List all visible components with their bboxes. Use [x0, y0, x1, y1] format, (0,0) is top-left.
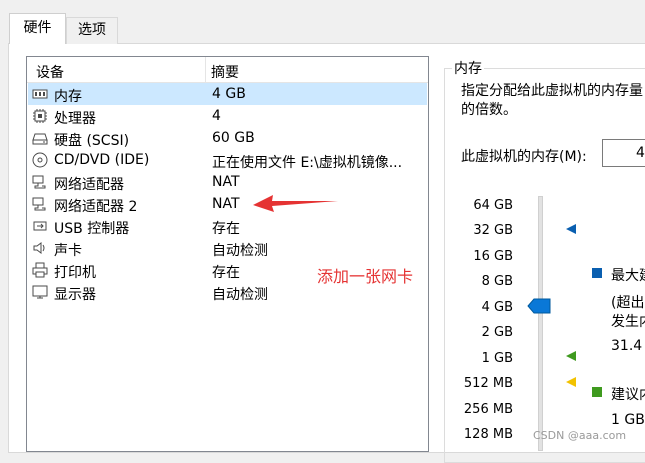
- memory-description: 指定分配给此虚拟机的内存量 的倍数。: [461, 83, 643, 118]
- device-summary: 自动检测: [212, 287, 268, 303]
- device-name: 打印机: [54, 265, 96, 281]
- device-row-usb-controller[interactable]: USB 控制器 存在: [28, 215, 427, 237]
- guest-min-memory-marker-icon: [566, 377, 576, 387]
- max-recommended-legend-icon: [592, 268, 602, 278]
- scale-label: 8 GB: [481, 274, 513, 289]
- device-row-sound-card[interactable]: 声卡 自动检测: [28, 237, 427, 259]
- tab-hardware[interactable]: 硬件: [9, 13, 66, 44]
- recommended-legend-icon: [592, 387, 602, 397]
- scale-label: 256 MB: [463, 402, 513, 417]
- scale-label: 2 GB: [481, 325, 513, 340]
- scale-label: 512 MB: [463, 376, 513, 391]
- device-list[interactable]: 设备 摘要 内存 4 GB 处理器 4 硬盘 (SCSI) 60 GB CD/D…: [26, 56, 429, 452]
- device-name: 处理器: [54, 111, 96, 127]
- scale-label: 128 MB: [463, 427, 513, 442]
- device-name: 硬盘 (SCSI): [54, 133, 130, 149]
- device-name: 内存: [54, 89, 82, 105]
- memory-group-title: 内存: [452, 58, 484, 78]
- legend-label: 建议内: [611, 387, 645, 403]
- column-divider[interactable]: [205, 57, 206, 82]
- memory-slider-track[interactable]: [538, 196, 543, 451]
- cd-dvd-icon: [32, 152, 48, 168]
- device-name: 显示器: [54, 287, 96, 303]
- legend-value: 31.4 G: [611, 338, 645, 354]
- scale-label: 32 GB: [473, 223, 513, 238]
- monitor-icon: [32, 285, 48, 299]
- legend-label: 最大建: [611, 268, 645, 284]
- device-summary: 正在使用文件 E:\虚拟机镜像...: [212, 155, 403, 171]
- device-row-network-adapter[interactable]: 网络适配器 NAT: [28, 171, 427, 193]
- device-summary: 4: [212, 108, 221, 124]
- annotation-arrow-icon: [253, 195, 338, 212]
- device-summary: 存在: [212, 221, 240, 237]
- scale-label: 1 GB: [481, 351, 513, 366]
- scale-label: 64 GB: [473, 198, 513, 213]
- device-summary: NAT: [212, 174, 240, 190]
- tab-options[interactable]: 选项: [66, 17, 118, 44]
- device-row-processor[interactable]: 处理器 4: [28, 105, 427, 127]
- scale-label: 16 GB: [473, 249, 513, 264]
- memory-slider-thumb[interactable]: [527, 298, 551, 314]
- device-name: USB 控制器: [54, 221, 130, 237]
- column-header-device[interactable]: 设备: [36, 62, 64, 82]
- device-summary: 60 GB: [212, 130, 255, 146]
- device-summary: 4 GB: [212, 86, 246, 102]
- scale-label: 4 GB: [481, 300, 513, 315]
- device-row-memory[interactable]: 内存 4 GB: [28, 83, 427, 105]
- watermark: CSDN @aaa.com: [533, 429, 627, 442]
- device-list-header: 设备 摘要: [27, 57, 428, 83]
- legend-text: (超出: [611, 295, 645, 311]
- max-memory-marker-icon: [566, 224, 576, 234]
- memory-icon: [32, 89, 48, 99]
- recommended-memory-marker-icon: [566, 351, 576, 361]
- memory-input-label: 此虚拟机的内存(M):: [461, 149, 587, 165]
- device-row-harddisk[interactable]: 硬盘 (SCSI) 60 GB: [28, 127, 427, 149]
- column-header-summary[interactable]: 摘要: [211, 62, 239, 82]
- harddisk-icon: [32, 133, 48, 145]
- device-name: 网络适配器: [54, 177, 124, 193]
- printer-icon: [32, 262, 48, 278]
- network-adapter-icon: [32, 175, 46, 189]
- memory-input[interactable]: 4: [602, 139, 645, 167]
- device-row-network-adapter-2[interactable]: 网络适配器 2 NAT: [28, 193, 427, 215]
- annotation-text: 添加一张网卡: [317, 267, 414, 286]
- device-summary: 自动检测: [212, 243, 268, 259]
- speaker-icon: [33, 242, 45, 254]
- device-name: CD/DVD (IDE): [54, 152, 150, 168]
- device-summary: NAT: [212, 196, 240, 212]
- device-name: 网络适配器 2: [54, 199, 138, 215]
- usb-icon: [33, 221, 47, 231]
- legend-text: 发生内: [611, 314, 645, 330]
- network-adapter-icon: [32, 197, 46, 211]
- device-summary: 存在: [212, 265, 240, 281]
- legend-value: 1 GB: [611, 412, 645, 428]
- device-row-cd-dvd[interactable]: CD/DVD (IDE) 正在使用文件 E:\虚拟机镜像...: [28, 149, 427, 171]
- device-name: 声卡: [54, 243, 82, 259]
- cpu-icon: [33, 109, 47, 123]
- tab-bar: 硬件 选项: [0, 0, 645, 44]
